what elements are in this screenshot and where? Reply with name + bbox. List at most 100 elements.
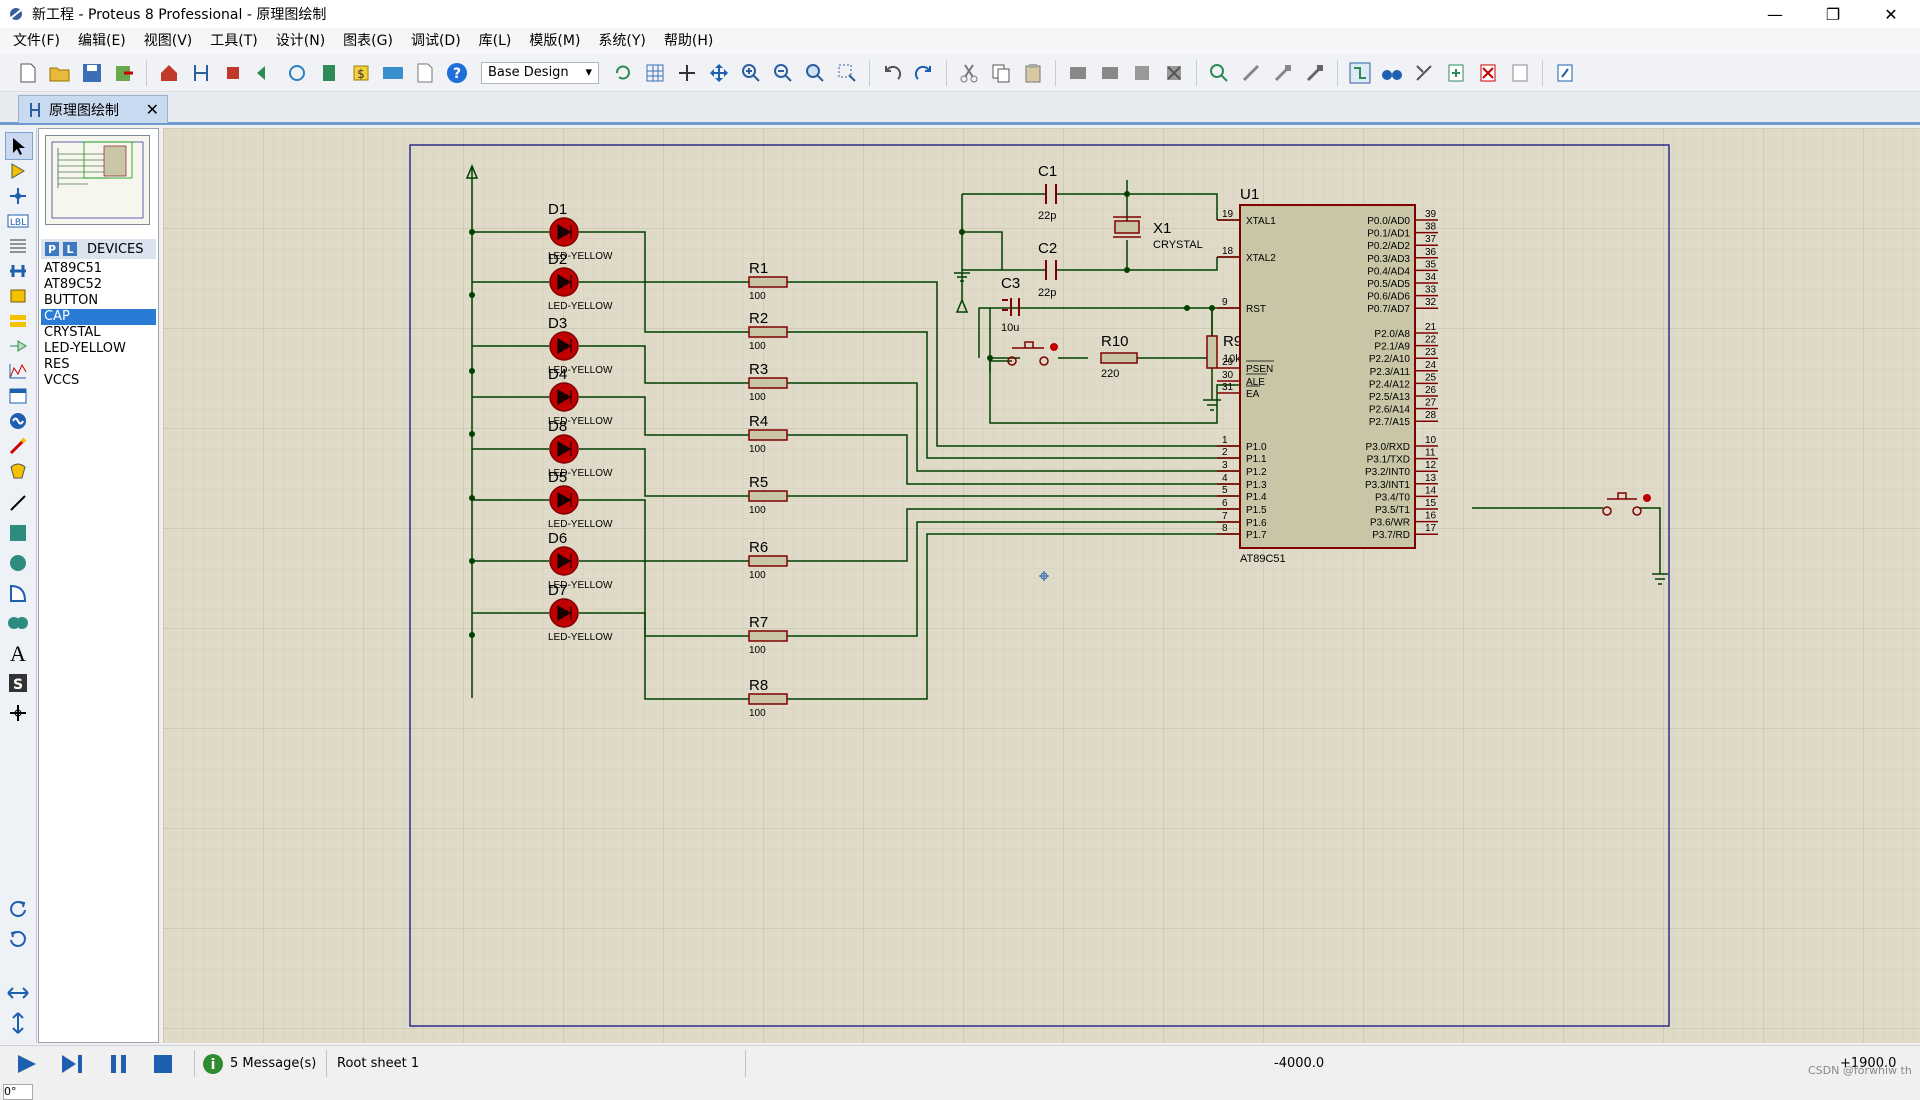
- redo-icon[interactable]: [911, 60, 937, 86]
- gerber-icon[interactable]: [252, 60, 278, 86]
- pause-button[interactable]: [108, 1046, 130, 1081]
- menu-system[interactable]: 系统(Y): [589, 28, 654, 54]
- home-icon[interactable]: [156, 60, 182, 86]
- zoom-out-icon[interactable]: [770, 60, 796, 86]
- terminals-icon[interactable]: [5, 308, 31, 334]
- device-item[interactable]: BUTTON: [41, 293, 156, 309]
- marker-tool-icon[interactable]: [5, 700, 31, 726]
- mirror-y-icon[interactable]: [5, 1010, 31, 1036]
- design-variant-select[interactable]: Base Design ▾: [481, 61, 599, 84]
- document-icon[interactable]: [412, 60, 438, 86]
- device-item[interactable]: AT89C52: [41, 277, 156, 293]
- remove-sheet-icon[interactable]: [1475, 60, 1501, 86]
- zoom-in-icon[interactable]: [738, 60, 764, 86]
- undo-icon[interactable]: [879, 60, 905, 86]
- component-mode-icon[interactable]: [5, 158, 31, 184]
- rotate-clockwise-icon[interactable]: [5, 896, 31, 922]
- menu-tools[interactable]: 工具(T): [201, 28, 266, 54]
- rotation-angle-field[interactable]: 0°: [3, 1084, 33, 1100]
- refresh-icon[interactable]: [610, 60, 636, 86]
- device-item-selected[interactable]: CAP: [41, 309, 156, 325]
- menu-debug[interactable]: 调试(D): [402, 28, 470, 54]
- search-tag-icon[interactable]: [1379, 60, 1405, 86]
- play-button[interactable]: [14, 1046, 40, 1081]
- text-tool-icon[interactable]: A: [5, 640, 31, 666]
- source-code-icon[interactable]: [380, 60, 406, 86]
- 3d-view-icon[interactable]: [284, 60, 310, 86]
- help-icon[interactable]: ?: [444, 60, 470, 86]
- pcb-icon[interactable]: [220, 60, 246, 86]
- block-rotate-icon[interactable]: [1129, 60, 1155, 86]
- pick-device-icon[interactable]: [1206, 60, 1232, 86]
- paste-icon[interactable]: [1020, 60, 1046, 86]
- arc-tool-icon[interactable]: [5, 580, 31, 606]
- block-move-icon[interactable]: [1097, 60, 1123, 86]
- decompose-icon[interactable]: [1302, 60, 1328, 86]
- grid-icon[interactable]: [642, 60, 668, 86]
- text-script-icon[interactable]: [5, 233, 31, 259]
- tape-recorder-icon[interactable]: [5, 383, 31, 409]
- device-pins-icon[interactable]: [5, 333, 31, 359]
- open-folder-icon[interactable]: [47, 60, 73, 86]
- property-assign-icon[interactable]: [1411, 60, 1437, 86]
- menu-template[interactable]: 模版(M): [520, 28, 589, 54]
- exit-to-parent-icon[interactable]: [1507, 60, 1533, 86]
- mirror-x-icon[interactable]: [5, 980, 31, 1006]
- cut-icon[interactable]: [956, 60, 982, 86]
- bom-icon[interactable]: [316, 60, 342, 86]
- close-button[interactable]: ✕: [1862, 0, 1920, 28]
- menu-library[interactable]: 库(L): [470, 28, 521, 54]
- graph-icon[interactable]: [5, 358, 31, 384]
- pick-from-library-button[interactable]: P: [45, 242, 59, 256]
- stop-button[interactable]: [152, 1046, 174, 1081]
- block-delete-icon[interactable]: [1161, 60, 1187, 86]
- pan-icon[interactable]: [706, 60, 732, 86]
- design-explorer-icon[interactable]: [1552, 60, 1578, 86]
- new-file-icon[interactable]: [15, 60, 41, 86]
- tab-close-icon[interactable]: ✕: [146, 100, 159, 119]
- voltage-probe-icon[interactable]: [5, 433, 31, 459]
- new-sheet-icon[interactable]: [1443, 60, 1469, 86]
- selection-mode-icon[interactable]: [5, 132, 33, 160]
- make-device-icon[interactable]: [1238, 60, 1264, 86]
- buses-icon[interactable]: [5, 258, 31, 284]
- box-tool-icon[interactable]: [5, 520, 31, 546]
- menu-file[interactable]: 文件(F): [4, 28, 69, 54]
- junction-dot-icon[interactable]: [5, 183, 31, 209]
- wire-label-icon[interactable]: LBL: [5, 208, 31, 234]
- copy-icon[interactable]: [988, 60, 1014, 86]
- path-tool-icon[interactable]: [5, 610, 31, 636]
- device-item[interactable]: LED-YELLOW: [41, 341, 156, 357]
- messages-indicator[interactable]: i 5 Message(s): [202, 1046, 316, 1081]
- library-manager-button[interactable]: L: [63, 242, 77, 256]
- device-item[interactable]: RES: [41, 357, 156, 373]
- schematic-canvas[interactable]: D1 LED-YELLOW D2 LED-YELLOW D3 LED-YELLOW D4 LE…: [163, 128, 1920, 1043]
- menu-help[interactable]: 帮助(H): [655, 28, 722, 54]
- import-icon[interactable]: [111, 60, 137, 86]
- device-item[interactable]: AT89C51: [41, 261, 156, 277]
- menu-edit[interactable]: 编辑(E): [69, 28, 135, 54]
- wire-autorouter-icon[interactable]: [1347, 60, 1373, 86]
- device-item[interactable]: VCCS: [41, 373, 156, 389]
- schematic-svg[interactable]: D1LED-YELLOWD2LED-YELLOWD3LED-YELLOWD4LE…: [163, 128, 1920, 1043]
- minimize-button[interactable]: —: [1746, 0, 1804, 28]
- zoom-all-icon[interactable]: [802, 60, 828, 86]
- block-copy-icon[interactable]: [1065, 60, 1091, 86]
- tab-schematic-capture[interactable]: 原理图绘制 ✕: [18, 95, 168, 123]
- origin-icon[interactable]: [674, 60, 700, 86]
- menu-graph[interactable]: 图表(G): [334, 28, 402, 54]
- packaging-tool-icon[interactable]: [1270, 60, 1296, 86]
- subcircuit-icon[interactable]: [5, 283, 31, 309]
- overview-window[interactable]: [45, 135, 150, 225]
- line-tool-icon[interactable]: [5, 490, 31, 516]
- rotate-anticlockwise-icon[interactable]: [5, 926, 31, 952]
- generator-icon[interactable]: [5, 408, 31, 434]
- circle-tool-icon[interactable]: [5, 550, 31, 576]
- menu-view[interactable]: 视图(V): [135, 28, 202, 54]
- symbol-tool-icon[interactable]: S: [5, 670, 31, 696]
- device-item[interactable]: CRYSTAL: [41, 325, 156, 341]
- step-button[interactable]: [60, 1046, 86, 1081]
- save-icon[interactable]: [79, 60, 105, 86]
- schematic-icon[interactable]: [188, 60, 214, 86]
- restore-button[interactable]: ❐: [1804, 0, 1862, 28]
